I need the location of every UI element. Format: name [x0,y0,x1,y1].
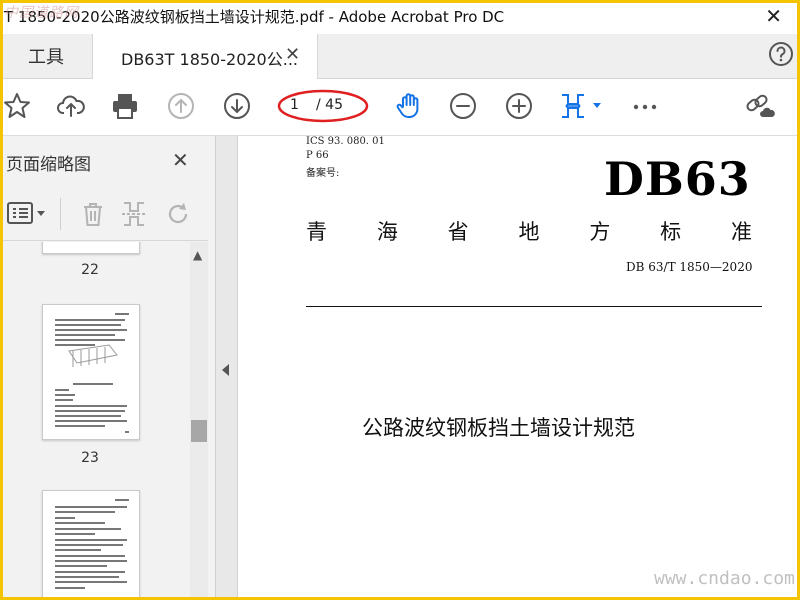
tab-document-label: DB63T 1850-2020公... [121,50,298,69]
upload-cloud-icon[interactable] [56,91,86,121]
tools-divider [60,198,61,230]
zoom-out-icon[interactable] [448,91,478,121]
thumbnail-page-24[interactable] [42,490,140,600]
fit-page-icon[interactable] [558,91,604,121]
thumbnail-page-content [55,499,129,589]
delete-page-icon[interactable] [80,200,106,228]
thumbnail-page-content [55,313,129,433]
bookmark-star-icon[interactable] [2,91,32,121]
tab-bar: 工具 DB63T 1850-2020公... ✕ [0,34,800,79]
thumbnail-page-23[interactable] [42,304,140,440]
share-link-icon[interactable] [744,91,778,121]
window-title: T 1850-2020公路波纹钢板挡土墙设计规范.pdf - Adobe Acr… [4,8,505,26]
page-thumbnails-panel: 页面缩略图 ✕ 22 23 ▲ [0,136,216,600]
thumbnail-page-number: 22 [81,262,99,278]
panel-separator [0,240,208,241]
insert-page-icon[interactable] [120,200,148,228]
tab-close-icon[interactable]: ✕ [285,44,300,65]
thumbnail-scrollbar[interactable]: ▲ [190,242,208,600]
heading-char: 方 [589,220,611,244]
panel-tools [0,194,216,234]
doc-title: 公路波纹钢板挡土墙设计规范 [362,416,635,440]
heading-char: 标 [660,220,682,244]
more-tools-icon[interactable] [630,91,660,121]
toolbar: 1 / 45 [0,79,800,136]
heading-char: 海 [376,220,398,244]
watermark-bottom-right: www.cndao.com [654,568,795,589]
heading-char: 地 [518,220,540,244]
heading-char: 青 [306,220,327,244]
watermark-top-left: 中国道路网 [4,5,79,21]
doc-record: 备案号: [306,168,340,179]
thumbnail-page-number: 23 [81,450,99,466]
help-icon[interactable] [768,41,794,67]
panel-title: 页面缩略图 [6,155,91,175]
page-number-box[interactable]: 1 / 45 [277,89,369,123]
panel-collapse-bar[interactable] [216,136,238,600]
tab-document[interactable]: DB63T 1850-2020公... ✕ [92,34,318,79]
window-close-button[interactable]: ✕ [765,4,782,28]
panel-close-icon[interactable]: ✕ [172,148,189,172]
current-page-input[interactable]: 1 [290,97,299,113]
rotate-page-icon[interactable] [164,200,192,228]
print-icon[interactable] [110,91,140,121]
doc-standard-number: DB 63/T 1850—2020 [626,260,753,274]
doc-ics: ICS 93. 080. 01 [306,136,385,147]
scrollbar-thumb[interactable] [191,420,207,442]
title-bar: 中国道路网 T 1850-2020公路波纹钢板挡土墙设计规范.pdf - Ado… [0,0,800,34]
collapse-arrow-icon[interactable] [222,364,229,376]
document-view[interactable]: ICS 93. 080. 01 P 66 备案号: DB63 青 海 省 地 方… [238,136,800,600]
previous-page-icon[interactable] [166,91,196,121]
doc-p: P 66 [306,150,329,161]
total-pages: / 45 [316,97,343,113]
doc-code: DB63 [604,152,751,206]
next-page-icon[interactable] [222,91,252,121]
zoom-in-icon[interactable] [504,91,534,121]
heading-char: 省 [447,220,469,244]
thumbnail-page-22[interactable] [42,242,140,254]
thumbnail-list: 22 23 [0,242,190,600]
scroll-up-icon[interactable]: ▲ [193,248,202,262]
thumbnail-options-icon[interactable] [6,200,48,226]
doc-province-heading: 青 海 省 地 方 标 准 [306,216,752,246]
hand-tool-icon[interactable] [394,91,424,121]
tab-tools[interactable]: 工具 [0,34,92,78]
doc-divider-line [306,306,762,307]
heading-char: 准 [730,220,752,244]
